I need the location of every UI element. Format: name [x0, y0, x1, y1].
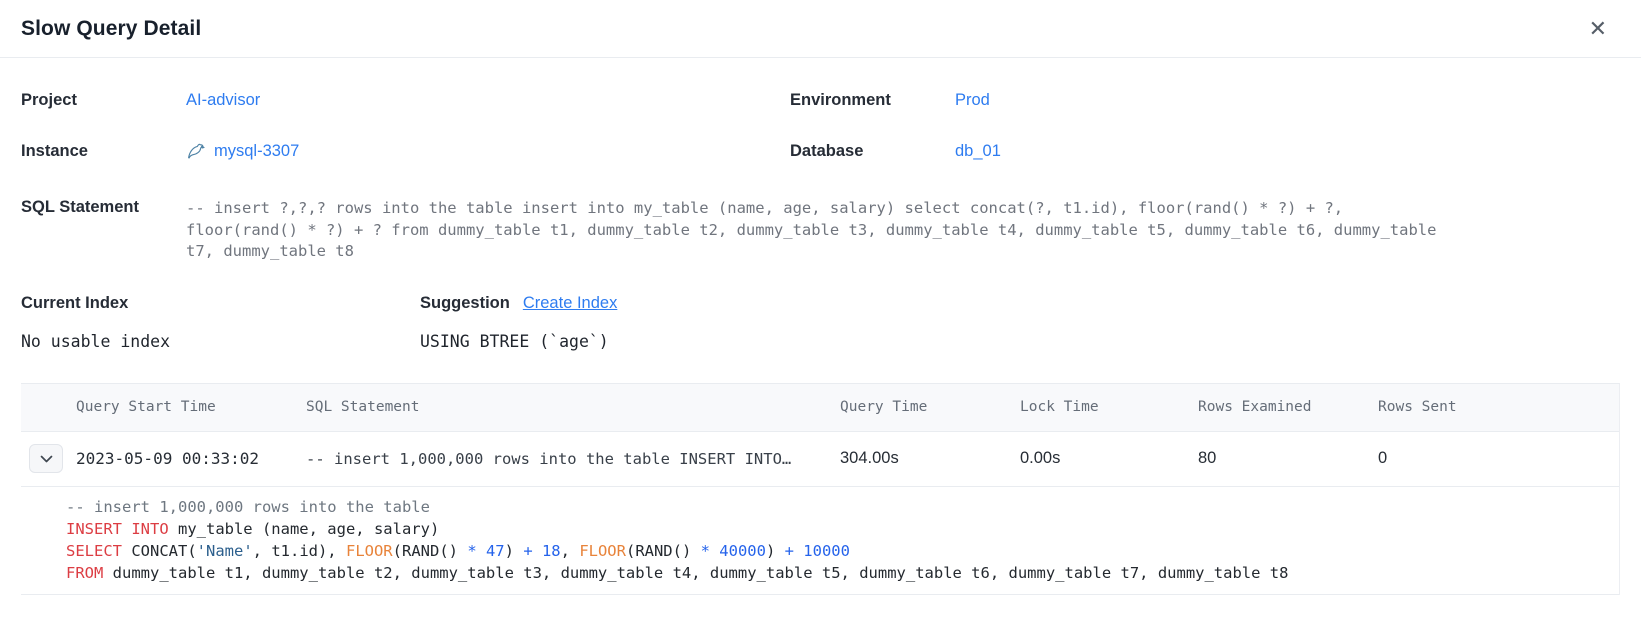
row-expand-button[interactable] — [29, 444, 63, 473]
mysql-dolphin-icon — [186, 141, 207, 162]
current-index-label: Current Index — [21, 294, 420, 313]
cell-sql-statement: -- insert 1,000,000 rows into the table … — [306, 450, 840, 468]
code-line: INSERT INTO my_table (name, age, salary) — [66, 518, 1599, 540]
code-line: -- insert 1,000,000 rows into the table — [66, 496, 1599, 518]
database-label: Database — [790, 142, 955, 161]
sql-statement-label: SQL Statement — [21, 198, 186, 263]
create-index-link[interactable]: Create Index — [523, 294, 617, 313]
col-query-time: Query Time — [840, 399, 1020, 415]
col-rows-sent: Rows Sent — [1378, 399, 1619, 415]
table-row[interactable]: 2023-05-09 00:33:02 -- insert 1,000,000 … — [21, 432, 1619, 487]
col-lock-time: Lock Time — [1020, 399, 1198, 415]
instance-link[interactable]: mysql-3307 — [214, 142, 299, 161]
sql-statement-text: -- insert ?,?,? rows into the table inse… — [186, 198, 1620, 263]
slow-query-table: Query Start Time SQL Statement Query Tim… — [21, 383, 1620, 595]
cell-rows-sent: 0 — [1378, 449, 1619, 468]
chevron-down-icon — [40, 455, 53, 463]
database-link[interactable]: db_01 — [955, 142, 1001, 161]
page-title: Slow Query Detail — [21, 17, 201, 41]
table-header-row: Query Start Time SQL Statement Query Tim… — [21, 384, 1619, 432]
index-value-row: No usable index USING BTREE (`age`) — [0, 332, 1641, 351]
suggestion-value: USING BTREE (`age`) — [420, 332, 609, 351]
cell-query-time: 304.00s — [840, 449, 1020, 468]
col-rows-examined: Rows Examined — [1198, 399, 1378, 415]
modal-header: Slow Query Detail ✕ — [0, 0, 1641, 58]
cell-lock-time: 0.00s — [1020, 449, 1198, 468]
suggestion-label: Suggestion — [420, 294, 510, 313]
expanded-sql-code: -- insert 1,000,000 rows into the tableI… — [21, 487, 1619, 595]
code-line: FROM dummy_table t1, dummy_table t2, dum… — [66, 562, 1599, 584]
col-sql-statement: SQL Statement — [306, 399, 840, 415]
close-icon[interactable]: ✕ — [1585, 16, 1611, 42]
query-info-section: Project AI-advisor Environment Prod Inst… — [0, 91, 1641, 263]
project-label: Project — [21, 91, 186, 110]
current-index-value: No usable index — [21, 332, 420, 351]
instance-label: Instance — [21, 142, 186, 161]
col-query-start-time: Query Start Time — [76, 399, 306, 415]
project-link[interactable]: AI-advisor — [186, 91, 260, 110]
environment-label: Environment — [790, 91, 955, 110]
environment-link[interactable]: Prod — [955, 91, 990, 110]
cell-query-start-time: 2023-05-09 00:33:02 — [76, 449, 306, 468]
index-heading-row: Current Index Suggestion Create Index — [0, 294, 1641, 313]
code-line: SELECT CONCAT('Name', t1.id), FLOOR(RAND… — [66, 540, 1599, 562]
cell-rows-examined: 80 — [1198, 449, 1378, 468]
